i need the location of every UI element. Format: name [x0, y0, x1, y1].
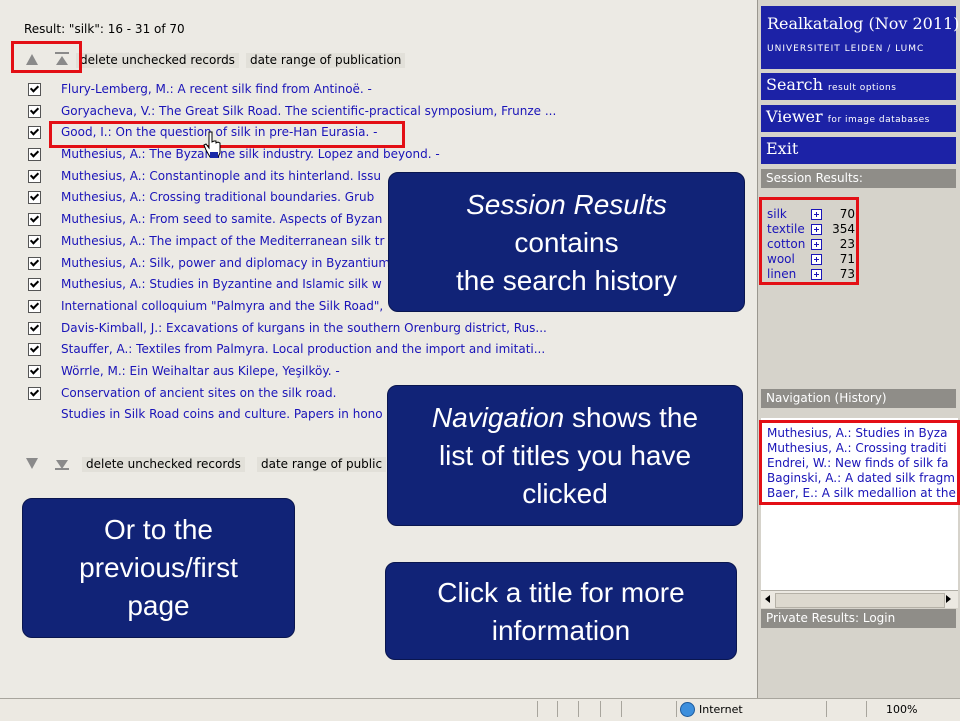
exit-nav-button[interactable]: Exit: [761, 137, 956, 164]
status-divider: [537, 701, 538, 717]
record-checkbox[interactable]: [28, 299, 41, 313]
callout-navigation-line3: clicked: [522, 478, 608, 509]
callout-previous-line1: Or to the: [104, 514, 213, 545]
record-title-link[interactable]: Goryacheva, V.: The Great Silk Road. The…: [61, 104, 556, 118]
viewer-nav-button[interactable]: Viewer for image databases: [761, 105, 956, 132]
record-title-link[interactable]: Flury-Lemberg, M.: A recent silk find fr…: [61, 82, 372, 96]
record-title-link[interactable]: Wörrle, M.: Ein Weihaltar aus Kilepe, Ye…: [61, 364, 340, 378]
callout-click-line1: Click a title for more: [437, 577, 685, 608]
scroll-thumb[interactable]: [775, 593, 945, 608]
callout-navigation-line2: list of titles you have: [438, 440, 692, 471]
record-title-link[interactable]: Studies in Silk Road coins and culture. …: [61, 407, 383, 421]
record-title-link[interactable]: Muthesius, A.: The impact of the Mediter…: [61, 234, 384, 248]
callout-click-line2: information: [491, 615, 631, 646]
click-title-callout: Click a title for more information: [385, 562, 737, 660]
status-divider: [676, 701, 677, 717]
record-row: Stauffer, A.: Textiles from Palmyra. Loc…: [28, 340, 748, 362]
record-checkbox[interactable]: [28, 321, 41, 335]
record-checkbox[interactable]: [28, 364, 41, 378]
record-title-link[interactable]: Muthesius, A.: From seed to samite. Aspe…: [61, 212, 382, 226]
scroll-left-icon[interactable]: [765, 595, 770, 603]
status-divider: [600, 701, 601, 717]
record-checkbox[interactable]: [28, 213, 41, 227]
record-checkbox[interactable]: [28, 104, 41, 118]
status-divider: [866, 701, 867, 717]
record-row: Muthesius, A.: The Byzantine silk indust…: [28, 145, 748, 167]
callout-previous-line2: previous/first: [79, 552, 238, 583]
internet-zone-icon: [680, 702, 695, 717]
callout-session-line3: the search history: [456, 265, 677, 296]
record-row: Flury-Lemberg, M.: A recent silk find fr…: [28, 80, 748, 102]
status-divider: [621, 701, 622, 717]
record-title-link[interactable]: International colloquium "Palmyra and th…: [61, 299, 383, 313]
delete-unchecked-button-bottom[interactable]: delete unchecked records: [82, 457, 245, 472]
last-page-icon[interactable]: [55, 460, 69, 470]
sidebar: Realkatalog (Nov 2011) UNIVERSITEIT LEID…: [757, 0, 960, 698]
viewer-nav-sublabel: for image databases: [827, 115, 930, 125]
record-checkbox[interactable]: [28, 256, 41, 270]
record-checkbox[interactable]: [28, 169, 41, 183]
record-title-link[interactable]: Muthesius, A.: Silk, power and diplomacy…: [61, 256, 390, 270]
catalog-title: Realkatalog (Nov 2011): [767, 14, 960, 33]
status-divider: [557, 701, 558, 717]
history-scrollbar[interactable]: [761, 590, 958, 608]
exit-nav-label: Exit: [766, 139, 799, 158]
navigation-history-header-label: Navigation (History): [766, 391, 887, 405]
navigation-history-header: Navigation (History): [761, 389, 956, 408]
status-bar: Internet 100%: [0, 698, 960, 721]
callout-previous-line3: page: [127, 590, 190, 621]
title-highlight: [49, 121, 405, 148]
result-header: Result: "silk": 16 - 31 of 70: [24, 22, 185, 36]
delete-unchecked-button[interactable]: delete unchecked records: [76, 53, 239, 68]
callout-session-line2: contains: [514, 227, 619, 258]
record-title-link[interactable]: Stauffer, A.: Textiles from Palmyra. Loc…: [61, 342, 545, 356]
record-title-link[interactable]: Muthesius, A.: The Byzantine silk indust…: [61, 147, 440, 161]
hand-cursor-icon: [203, 131, 221, 158]
session-highlight: [759, 197, 859, 285]
search-nav-button[interactable]: Search result options: [761, 73, 956, 100]
arrows-highlight: [11, 41, 82, 73]
search-nav-sublabel: result options: [827, 83, 897, 93]
viewer-nav-label: Viewer: [766, 107, 823, 126]
private-results-login[interactable]: Private Results: Login: [761, 609, 956, 628]
search-nav-label: Search: [766, 75, 823, 94]
record-title-link[interactable]: Davis-Kimball, J.: Excavations of kurgan…: [61, 321, 547, 335]
record-checkbox[interactable]: [28, 278, 41, 292]
callout-navigation-rest: shows the: [564, 402, 699, 433]
date-range-button-bottom[interactable]: date range of public: [257, 457, 387, 472]
callout-session-em: Session Results: [466, 189, 667, 220]
history-highlight: [759, 420, 960, 505]
next-page-icon[interactable]: [26, 458, 38, 469]
navigation-callout: Navigation shows the list of titles you …: [387, 385, 743, 526]
catalog-subtitle: UNIVERSITEIT LEIDEN / LUMC: [767, 44, 925, 54]
record-checkbox[interactable]: [28, 408, 39, 419]
record-checkbox[interactable]: [28, 234, 41, 248]
record-checkbox[interactable]: [28, 83, 41, 96]
date-range-button[interactable]: date range of publication: [246, 53, 406, 68]
record-checkbox[interactable]: [28, 148, 41, 162]
callout-navigation-em: Navigation: [431, 402, 565, 433]
record-title-link[interactable]: Muthesius, A.: Constantinople and its hi…: [61, 169, 381, 183]
session-results-callout: Session Results contains the search hist…: [388, 172, 745, 312]
record-checkbox[interactable]: [28, 343, 41, 357]
status-divider: [578, 701, 579, 717]
scroll-right-icon[interactable]: [946, 595, 951, 603]
private-results-label: Private Results: Login: [766, 611, 896, 625]
record-title-link[interactable]: Conservation of ancient sites on the sil…: [61, 386, 336, 400]
previous-page-callout: Or to the previous/first page: [22, 498, 295, 638]
record-checkbox[interactable]: [28, 386, 41, 400]
record-checkbox[interactable]: [28, 126, 41, 140]
security-zone-label: Internet: [699, 703, 743, 716]
catalog-title-block: Realkatalog (Nov 2011) UNIVERSITEIT LEID…: [761, 6, 960, 69]
record-row: Wörrle, M.: Ein Weihaltar aus Kilepe, Ye…: [28, 362, 748, 384]
record-title-link[interactable]: Muthesius, A.: Studies in Byzantine and …: [61, 277, 382, 291]
record-checkbox[interactable]: [28, 191, 41, 205]
session-results-header-label: Session Results:: [766, 171, 863, 185]
zoom-level[interactable]: 100%: [886, 703, 917, 716]
record-row: Davis-Kimball, J.: Excavations of kurgan…: [28, 319, 748, 341]
status-divider: [826, 701, 827, 717]
session-results-header: Session Results:: [761, 169, 956, 188]
record-title-link[interactable]: Muthesius, A.: Crossing traditional boun…: [61, 190, 374, 204]
